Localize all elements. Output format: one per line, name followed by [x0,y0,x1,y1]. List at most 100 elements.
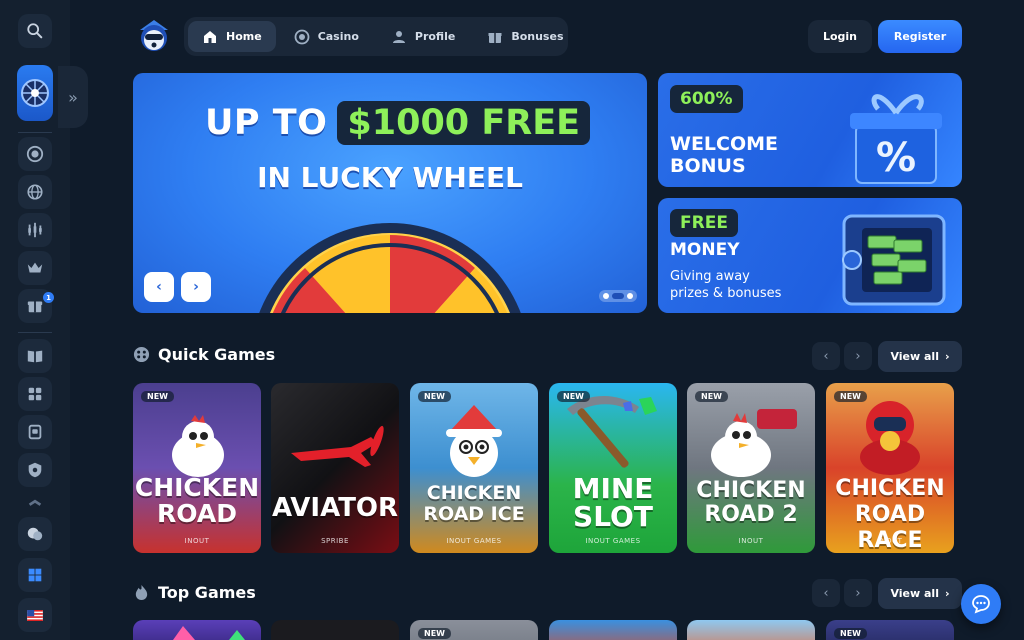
promo-title-line1: WELCOME [670,133,779,155]
game-card-top-5[interactable] [687,620,815,640]
promo-free-money[interactable]: FREE MONEY Giving away prizes & bonuses [658,198,962,313]
game-provider: INOUT GAMES [585,537,641,545]
user-icon [392,30,405,43]
section-title-text: Quick Games [158,345,276,364]
game-provider: SPRIBE [321,537,349,545]
view-all-label: View all [890,350,939,363]
sidebar-item-games[interactable] [18,377,52,411]
quick-games-view-all-button[interactable]: View all › [878,341,962,372]
chart-icon [28,222,42,238]
new-badge: NEW [557,391,590,402]
book-icon [27,350,43,363]
chevron-left-icon: ‹ [156,279,162,295]
community-button[interactable] [18,517,52,551]
nav-item-bonuses[interactable]: Bonuses [473,21,577,52]
promo-title-money: MONEY [670,240,740,260]
game-card-mine-slot[interactable]: NEW MINE SLOT INOUT GAMES [549,383,677,553]
promo-welcome-bonus[interactable]: % 600% WELCOME BONUS [658,73,962,187]
promo-free: FREE [670,209,738,237]
chevron-right-icon: › [193,279,199,295]
safe-illustration [842,214,946,306]
nav-item-home[interactable]: Home [188,21,276,52]
nav-item-label: Bonuses [511,30,564,43]
search-button[interactable] [18,14,52,48]
chicken-car-illustration [711,409,797,477]
lucky-wheel-button[interactable] [17,65,53,121]
new-badge: NEW [695,391,728,402]
chevron-right-icon: › [855,585,861,601]
game-title: CHICKEN ROAD [134,473,260,528]
new-badge: NEW [418,628,451,639]
pagination-dot[interactable] [627,293,633,299]
top-games-next-button[interactable]: › [844,579,872,607]
santa-chicken-illustration [446,405,502,477]
chat-group-icon [27,527,43,541]
quick-games-next-button[interactable]: › [844,342,872,370]
racing-chicken-illustration [860,401,920,475]
plane-illustration [291,425,384,467]
sidebar-item-trading[interactable] [18,213,52,247]
crown-icon [27,262,43,273]
gift-box-illustration: % [850,94,942,184]
language-button[interactable] [18,598,52,632]
slot-icon [28,424,42,440]
sidebar-item-bonuses[interactable]: 1 [18,289,54,323]
sidebar-expand-button[interactable]: » [58,66,88,128]
game-card-chicken-road[interactable]: NEW CHICKEN ROAD INOUT [133,383,261,553]
casino-chip-icon [26,145,44,163]
game-card-top-2[interactable] [271,620,399,640]
sidebar-item-partial[interactable] [18,496,52,510]
pagination-dot-active[interactable] [612,293,624,299]
section-title-text: Top Games [158,583,256,602]
chevron-left-icon: ‹ [823,348,829,364]
hero-next-button[interactable]: › [181,272,211,302]
nav-item-casino[interactable]: Casino [280,21,373,52]
sidebar-item-security[interactable] [18,453,52,487]
sidebar-item-vip[interactable] [18,251,52,285]
chevron-right-icon: › [855,348,861,364]
game-title: CHICKEN ROAD 2 [696,478,806,527]
hand-icon [28,499,42,506]
register-button[interactable]: Register [878,20,962,53]
chevron-right-icon: › [944,587,950,600]
hero-amount: $1000 FREE [337,101,591,145]
top-games-prev-button[interactable]: ‹ [812,579,840,607]
game-card-aviator[interactable]: AVIATOR SPRIBE [271,383,399,553]
promo-percent: 600% [670,85,743,113]
sidebar-item-casino[interactable] [18,137,52,171]
main-nav: Home Casino Profile Bonuses [184,17,568,56]
login-button[interactable]: Login [808,20,872,53]
logo[interactable] [134,16,174,56]
support-chat-button[interactable] [961,584,1001,624]
quick-games-prev-button[interactable]: ‹ [812,342,840,370]
game-card-top-4[interactable] [549,620,677,640]
game-title: MINE SLOT [572,472,654,533]
svg-text:%: % [876,135,916,181]
game-card-chicken-road-race[interactable]: NEW CHICKEN ROAD RACE INOUT [826,383,954,553]
chat-bubble-icon [972,595,990,614]
hero-prev-button[interactable]: ‹ [144,272,174,302]
game-provider: INOUT GAMES [446,537,502,545]
game-card-top-6[interactable]: NEW [826,620,954,640]
pickaxe-illustration [567,396,657,468]
game-card-chicken-road-ice[interactable]: NEW CHICKEN ROAD ICE INOUT GAMES [410,383,538,553]
double-chevron-right-icon: » [68,87,78,107]
hero-banner[interactable]: UP TO $1000 FREE IN LUCKY WHEEL ‹ › [133,73,647,313]
nav-item-label: Casino [317,30,359,43]
game-card-top-1[interactable] [133,620,261,640]
sidebar-item-blog[interactable] [18,339,52,373]
nav-item-label: Profile [414,30,456,43]
nav-item-profile[interactable]: Profile [377,21,469,52]
top-games-view-all-button[interactable]: View all › [878,578,962,609]
gift-icon [488,32,502,43]
pagination-dot[interactable] [603,293,609,299]
windows-app-button[interactable] [18,558,52,592]
sidebar-item-sports[interactable] [18,175,52,209]
promo-sub-line1: Giving away [670,269,750,284]
game-card-top-3[interactable]: NEW [410,620,538,640]
sidebar-item-slots[interactable] [18,415,52,449]
game-card-chicken-road-2[interactable]: NEW CHICKEN ROAD 2 INOUT [687,383,815,553]
gift-badge: 1 [43,292,54,303]
hero-pagination[interactable] [599,290,637,302]
section-title-top-games: Top Games [133,583,256,602]
